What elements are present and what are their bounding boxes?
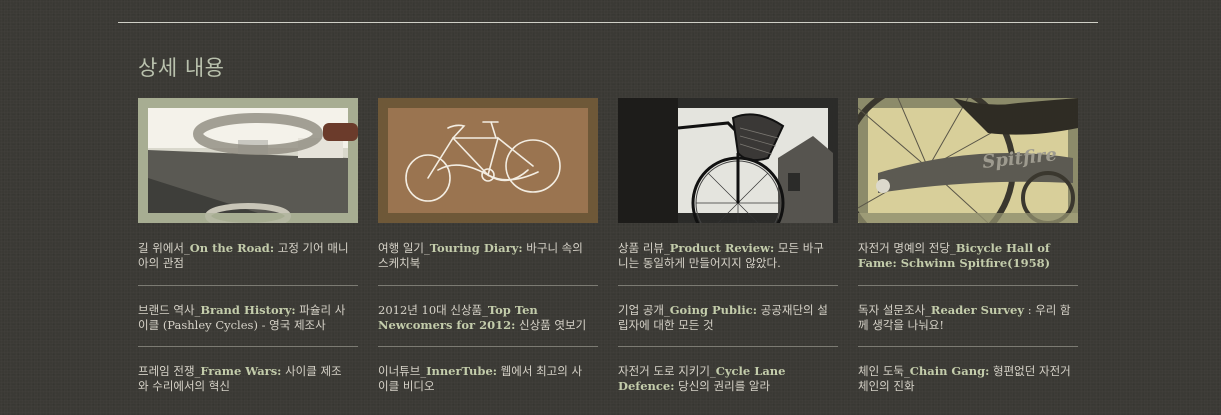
article-link[interactable]: 2012년 10대 신상품_Top Ten Newcomers for 2012… bbox=[378, 303, 592, 333]
article-en-label: Touring Diary: bbox=[429, 241, 523, 255]
article-en-label: Brand History: bbox=[200, 303, 296, 317]
article-ko-label: 자전거 명예의 전당_ bbox=[858, 241, 956, 255]
article-link[interactable]: 이너튜브_InnerTube: 웹에서 최고의 사이클 비디오 bbox=[378, 364, 592, 394]
article-en-label: Product Review: bbox=[669, 241, 775, 255]
article-ko-label: 상품 리뷰_ bbox=[618, 241, 670, 255]
article-link[interactable]: 자전거 도로 지키기_Cycle Lane Defence: 당신의 권리를 알… bbox=[618, 364, 832, 394]
divider bbox=[378, 346, 598, 347]
article-column-2: 여행 일기_Touring Diary: 바구니 속의 스케치북 2012년 1… bbox=[378, 98, 598, 393]
divider bbox=[378, 285, 598, 286]
article-ko-desc: 신상품 엿보기 bbox=[515, 318, 587, 332]
article-en-label: Frame Wars: bbox=[200, 364, 282, 378]
article-ko-desc: 당신의 권리를 알라 bbox=[674, 379, 771, 393]
article-link[interactable]: 여행 일기_Touring Diary: 바구니 속의 스케치북 bbox=[378, 241, 592, 271]
article-en-label: On the Road: bbox=[189, 241, 275, 255]
article-link[interactable]: 브랜드 역사_Brand History: 파슐리 사이클 (Pashley C… bbox=[138, 303, 352, 333]
bicycle-drawing-image bbox=[378, 98, 598, 223]
article-link[interactable]: 상품 리뷰_Product Review: 모든 바구니는 동일하게 만들어지지… bbox=[618, 241, 832, 271]
divider bbox=[858, 346, 1078, 347]
basket-photo-image bbox=[618, 98, 838, 223]
article-thumbnail-drawing[interactable] bbox=[378, 98, 598, 223]
article-ko-label: 프레임 전쟁_ bbox=[138, 364, 201, 378]
article-ko-label: 자전거 도로 지키기_ bbox=[618, 364, 716, 378]
article-thumbnail-spitfire[interactable]: Spitfire bbox=[858, 98, 1078, 223]
road-photo-image bbox=[138, 98, 358, 223]
article-ko-label: 이너튜브_ bbox=[378, 364, 427, 378]
article-ko-label: 2012년 10대 신상품_ bbox=[378, 303, 488, 317]
article-thumbnail-road[interactable] bbox=[138, 98, 358, 223]
article-ko-label: 여행 일기_ bbox=[378, 241, 430, 255]
divider bbox=[858, 285, 1078, 286]
divider bbox=[138, 346, 358, 347]
article-en-label: Chain Gang: bbox=[909, 364, 990, 378]
article-link[interactable]: 자전거 명예의 전당_Bicycle Hall of Fame: Schwinn… bbox=[858, 241, 1072, 271]
article-en-label: Going Public: bbox=[669, 303, 758, 317]
article-link[interactable]: 프레임 전쟁_Frame Wars: 사이클 제조와 수리에서의 혁신 bbox=[138, 364, 352, 394]
article-column-1: 길 위에서_On the Road: 고정 기어 매니아의 관점 브랜드 역사_… bbox=[138, 98, 358, 393]
article-thumbnail-basket[interactable] bbox=[618, 98, 838, 223]
article-en-label: InnerTube: bbox=[426, 364, 498, 378]
divider bbox=[618, 346, 838, 347]
article-ko-label: 기업 공개_ bbox=[618, 303, 670, 317]
spitfire-photo-image: Spitfire bbox=[858, 98, 1078, 223]
section-title: 상세 내용 bbox=[138, 56, 225, 80]
article-link[interactable]: 독자 설문조사_Reader Survey : 우리 함께 생각을 나눠요! bbox=[858, 303, 1072, 333]
article-column-3: 상품 리뷰_Product Review: 모든 바구니는 동일하게 만들어지지… bbox=[618, 98, 838, 393]
article-link[interactable]: 기업 공개_Going Public: 공공재단의 설립자에 대한 모든 것 bbox=[618, 303, 832, 333]
article-ko-label: 길 위에서_ bbox=[138, 241, 190, 255]
article-column-4: Spitfire 자전거 명예의 전당_Bicycle Hall of Fame… bbox=[858, 98, 1078, 393]
article-link[interactable]: 체인 도둑_Chain Gang: 형편없던 자전거 체인의 진화 bbox=[858, 364, 1072, 394]
article-ko-label: 독자 설문조사_ bbox=[858, 303, 931, 317]
top-divider bbox=[118, 22, 1098, 23]
divider bbox=[618, 285, 838, 286]
article-ko-label: 브랜드 역사_ bbox=[138, 303, 201, 317]
article-link[interactable]: 길 위에서_On the Road: 고정 기어 매니아의 관점 bbox=[138, 241, 352, 271]
divider bbox=[138, 285, 358, 286]
article-en-label: Reader Survey bbox=[930, 303, 1025, 317]
article-ko-label: 체인 도둑_ bbox=[858, 364, 910, 378]
